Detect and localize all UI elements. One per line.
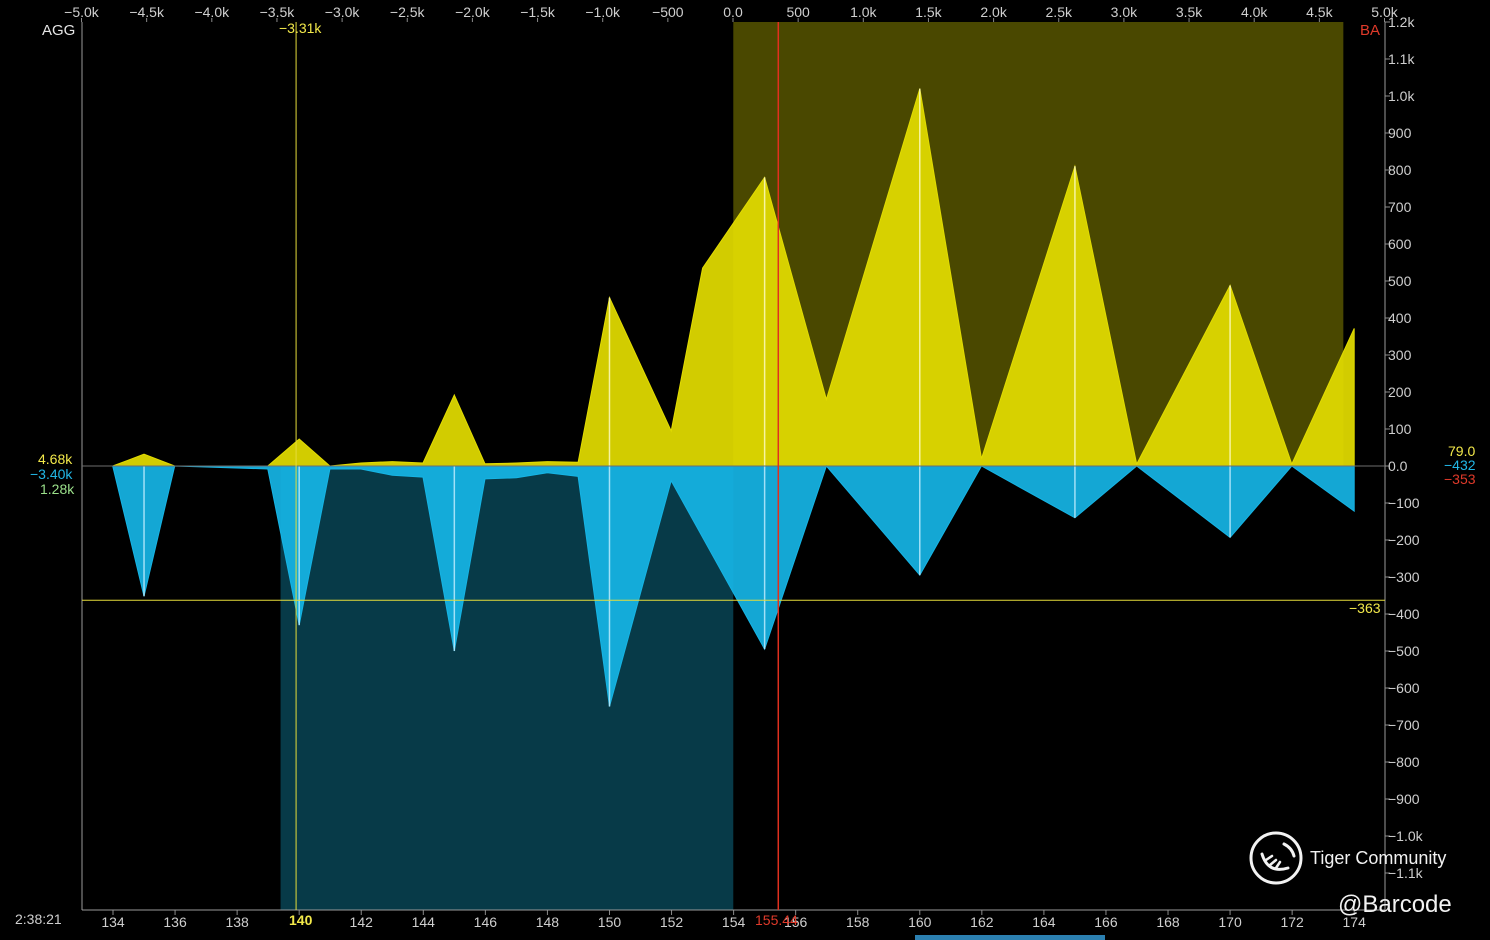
bottom-tick-label: 168 <box>1156 914 1180 930</box>
y-tick-label: −100 <box>1388 495 1420 511</box>
left-value-1: 4.68k <box>38 451 73 467</box>
y-tick-label: 1.2k <box>1388 14 1415 30</box>
bottom-tick-label: 170 <box>1218 914 1242 930</box>
bottom-tick-label: 160 <box>908 914 932 930</box>
top-tick-label: 4.0k <box>1241 4 1268 20</box>
bottom-tick-label: 152 <box>660 914 684 930</box>
y-tick-label: 1.1k <box>1388 51 1415 67</box>
watermark: Tiger Community @Barcode <box>1248 830 1478 930</box>
y-tick-label: 0.0 <box>1388 458 1408 474</box>
y-tick-label: −900 <box>1388 791 1420 807</box>
top-tick-label: −4.5k <box>129 4 165 20</box>
top-tick-label: 3.5k <box>1176 4 1203 20</box>
bottom-tick-label: 158 <box>846 914 870 930</box>
bottom-tick-label: 148 <box>536 914 560 930</box>
y-tick-label: 200 <box>1388 384 1412 400</box>
y-tick-label: 800 <box>1388 162 1412 178</box>
bottom-tick-label: 166 <box>1094 914 1118 930</box>
crosshair-price-label: 140 <box>289 912 313 928</box>
top-tick-label: −500 <box>652 4 684 20</box>
y-tick-label: −600 <box>1388 680 1420 696</box>
y-axis: 1.2k 1.1k 1.0k 900 800 700 600 500 400 300 200 100 0… <box>1385 14 1424 881</box>
top-tick-label: 0.0 <box>723 4 743 20</box>
top-tick-label: −1.5k <box>520 4 556 20</box>
y-tick-label: −400 <box>1388 606 1420 622</box>
y-tick-label: 500 <box>1388 273 1412 289</box>
bottom-tick-label: 150 <box>598 914 622 930</box>
left-value-3: 1.28k <box>40 481 75 497</box>
bottom-tick-label: 136 <box>163 914 187 930</box>
left-value-2: −3.40k <box>30 466 73 482</box>
tiger-logo-icon <box>1249 831 1303 885</box>
y-tick-label: 700 <box>1388 199 1412 215</box>
horizontal-scrollbar[interactable] <box>915 935 1105 940</box>
y-tick-label: −800 <box>1388 754 1420 770</box>
right-value-3: −353 <box>1444 471 1476 487</box>
y-tick-label: 100 <box>1388 421 1412 437</box>
bottom-tick-label: 146 <box>474 914 498 930</box>
top-tick-label: 1.0k <box>850 4 877 20</box>
bottom-tick-label: 154 <box>722 914 746 930</box>
agg-label: AGG <box>42 22 76 39</box>
top-axis: −5.0k −4.5k −4.0k −3.5k −3.0k −2.5k −2.0k −1.5k… <box>64 4 1399 22</box>
crosshair-y-label: −363 <box>1349 600 1381 616</box>
top-tick-label: −4.0k <box>194 4 230 20</box>
y-tick-label: −200 <box>1388 532 1420 548</box>
top-tick-label: −1.0k <box>585 4 621 20</box>
bottom-tick-label: 162 <box>970 914 994 930</box>
watermark-brand: Tiger Community <box>1310 848 1447 868</box>
options-chart: −5.0k −4.5k −4.0k −3.5k −3.0k −2.5k −2.0k −1.5k… <box>64 4 1424 930</box>
y-tick-label: −700 <box>1388 717 1420 733</box>
top-tick-label: −2.0k <box>455 4 491 20</box>
bottom-tick-label: 144 <box>412 914 436 930</box>
top-tick-label: −3.5k <box>260 4 296 20</box>
time-label: 2:38:21 <box>15 911 62 927</box>
top-tick-label: 3.0k <box>1111 4 1138 20</box>
y-tick-label: 600 <box>1388 236 1412 252</box>
ba-label: BA <box>1360 22 1381 39</box>
y-tick-label: 900 <box>1388 125 1412 141</box>
top-tick-label: −3.0k <box>325 4 361 20</box>
y-tick-label: −500 <box>1388 643 1420 659</box>
top-tick-label: 2.0k <box>980 4 1007 20</box>
top-tick-label: 500 <box>786 4 810 20</box>
crosshair-x-label: −3.31k <box>279 20 322 36</box>
y-tick-label: −300 <box>1388 569 1420 585</box>
bottom-tick-label: 134 <box>101 914 125 930</box>
y-tick-label: 400 <box>1388 310 1412 326</box>
y-tick-label: 1.0k <box>1388 88 1415 104</box>
top-tick-label: 2.5k <box>1046 4 1073 20</box>
spot-price-label: 155.44 <box>755 912 798 928</box>
bottom-tick-label: 138 <box>225 914 249 930</box>
top-tick-label: 4.5k <box>1306 4 1333 20</box>
bottom-tick-label: 164 <box>1032 914 1056 930</box>
watermark-handle: @Barcode <box>1338 891 1452 918</box>
y-tick-label: 300 <box>1388 347 1412 363</box>
top-tick-label: −2.5k <box>390 4 426 20</box>
top-tick-label: 1.5k <box>915 4 942 20</box>
top-tick-label: −5.0k <box>64 4 100 20</box>
bottom-tick-label: 142 <box>350 914 374 930</box>
shaded-region-2 <box>280 466 734 910</box>
